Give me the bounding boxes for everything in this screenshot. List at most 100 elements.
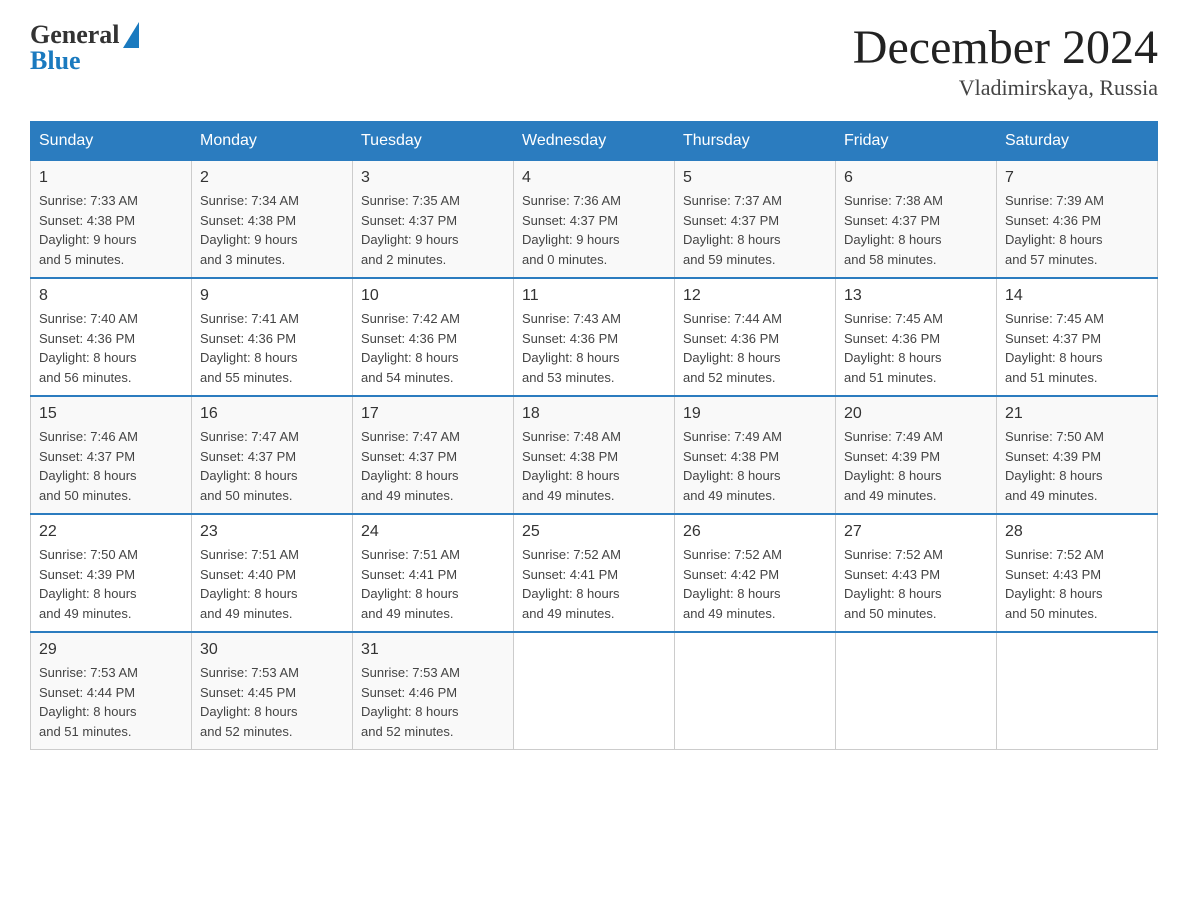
day-info: Sunrise: 7:37 AMSunset: 4:37 PMDaylight:… <box>683 193 782 267</box>
day-number: 21 <box>1005 405 1149 423</box>
day-number: 18 <box>522 405 666 423</box>
calendar-cell <box>997 632 1158 750</box>
col-tuesday: Tuesday <box>353 122 514 161</box>
day-number: 3 <box>361 169 505 187</box>
day-number: 25 <box>522 523 666 541</box>
calendar-cell: 6 Sunrise: 7:38 AMSunset: 4:37 PMDayligh… <box>836 161 997 279</box>
calendar-cell: 26 Sunrise: 7:52 AMSunset: 4:42 PMDaylig… <box>675 514 836 632</box>
calendar-cell: 13 Sunrise: 7:45 AMSunset: 4:36 PMDaylig… <box>836 278 997 396</box>
day-number: 5 <box>683 169 827 187</box>
day-info: Sunrise: 7:45 AMSunset: 4:37 PMDaylight:… <box>1005 311 1104 385</box>
calendar-cell: 9 Sunrise: 7:41 AMSunset: 4:36 PMDayligh… <box>192 278 353 396</box>
calendar-cell: 3 Sunrise: 7:35 AMSunset: 4:37 PMDayligh… <box>353 161 514 279</box>
calendar-cell: 16 Sunrise: 7:47 AMSunset: 4:37 PMDaylig… <box>192 396 353 514</box>
calendar-cell: 24 Sunrise: 7:51 AMSunset: 4:41 PMDaylig… <box>353 514 514 632</box>
day-info: Sunrise: 7:53 AMSunset: 4:44 PMDaylight:… <box>39 665 138 739</box>
calendar-row-1: 1 Sunrise: 7:33 AMSunset: 4:38 PMDayligh… <box>31 161 1158 279</box>
col-sunday: Sunday <box>31 122 192 161</box>
calendar-row-4: 22 Sunrise: 7:50 AMSunset: 4:39 PMDaylig… <box>31 514 1158 632</box>
day-info: Sunrise: 7:43 AMSunset: 4:36 PMDaylight:… <box>522 311 621 385</box>
calendar-row-2: 8 Sunrise: 7:40 AMSunset: 4:36 PMDayligh… <box>31 278 1158 396</box>
day-number: 8 <box>39 287 183 305</box>
day-number: 29 <box>39 641 183 659</box>
calendar-cell <box>675 632 836 750</box>
day-info: Sunrise: 7:33 AMSunset: 4:38 PMDaylight:… <box>39 193 138 267</box>
day-info: Sunrise: 7:49 AMSunset: 4:39 PMDaylight:… <box>844 429 943 503</box>
col-friday: Friday <box>836 122 997 161</box>
day-info: Sunrise: 7:47 AMSunset: 4:37 PMDaylight:… <box>361 429 460 503</box>
day-info: Sunrise: 7:50 AMSunset: 4:39 PMDaylight:… <box>39 547 138 621</box>
day-number: 28 <box>1005 523 1149 541</box>
calendar-cell: 2 Sunrise: 7:34 AMSunset: 4:38 PMDayligh… <box>192 161 353 279</box>
page-header: General Blue December 2024 Vladimirskaya… <box>30 20 1158 101</box>
day-info: Sunrise: 7:42 AMSunset: 4:36 PMDaylight:… <box>361 311 460 385</box>
day-info: Sunrise: 7:45 AMSunset: 4:36 PMDaylight:… <box>844 311 943 385</box>
day-number: 16 <box>200 405 344 423</box>
day-number: 10 <box>361 287 505 305</box>
calendar-cell: 25 Sunrise: 7:52 AMSunset: 4:41 PMDaylig… <box>514 514 675 632</box>
logo-blue: Blue <box>30 46 81 76</box>
col-saturday: Saturday <box>997 122 1158 161</box>
day-number: 30 <box>200 641 344 659</box>
day-info: Sunrise: 7:39 AMSunset: 4:36 PMDaylight:… <box>1005 193 1104 267</box>
calendar-cell: 10 Sunrise: 7:42 AMSunset: 4:36 PMDaylig… <box>353 278 514 396</box>
calendar-cell <box>514 632 675 750</box>
day-info: Sunrise: 7:36 AMSunset: 4:37 PMDaylight:… <box>522 193 621 267</box>
location: Vladimirskaya, Russia <box>853 75 1158 101</box>
calendar-cell: 29 Sunrise: 7:53 AMSunset: 4:44 PMDaylig… <box>31 632 192 750</box>
col-monday: Monday <box>192 122 353 161</box>
calendar-cell: 4 Sunrise: 7:36 AMSunset: 4:37 PMDayligh… <box>514 161 675 279</box>
calendar-cell: 27 Sunrise: 7:52 AMSunset: 4:43 PMDaylig… <box>836 514 997 632</box>
day-info: Sunrise: 7:41 AMSunset: 4:36 PMDaylight:… <box>200 311 299 385</box>
calendar-cell: 22 Sunrise: 7:50 AMSunset: 4:39 PMDaylig… <box>31 514 192 632</box>
day-info: Sunrise: 7:52 AMSunset: 4:41 PMDaylight:… <box>522 547 621 621</box>
calendar-cell: 31 Sunrise: 7:53 AMSunset: 4:46 PMDaylig… <box>353 632 514 750</box>
day-info: Sunrise: 7:52 AMSunset: 4:43 PMDaylight:… <box>844 547 943 621</box>
calendar-row-5: 29 Sunrise: 7:53 AMSunset: 4:44 PMDaylig… <box>31 632 1158 750</box>
calendar-cell: 11 Sunrise: 7:43 AMSunset: 4:36 PMDaylig… <box>514 278 675 396</box>
calendar-cell: 12 Sunrise: 7:44 AMSunset: 4:36 PMDaylig… <box>675 278 836 396</box>
calendar-cell: 30 Sunrise: 7:53 AMSunset: 4:45 PMDaylig… <box>192 632 353 750</box>
day-number: 12 <box>683 287 827 305</box>
calendar-header-row: Sunday Monday Tuesday Wednesday Thursday… <box>31 122 1158 161</box>
day-number: 20 <box>844 405 988 423</box>
calendar-table: Sunday Monday Tuesday Wednesday Thursday… <box>30 121 1158 750</box>
day-number: 26 <box>683 523 827 541</box>
day-number: 6 <box>844 169 988 187</box>
calendar-cell: 1 Sunrise: 7:33 AMSunset: 4:38 PMDayligh… <box>31 161 192 279</box>
calendar-cell: 8 Sunrise: 7:40 AMSunset: 4:36 PMDayligh… <box>31 278 192 396</box>
day-number: 17 <box>361 405 505 423</box>
day-info: Sunrise: 7:47 AMSunset: 4:37 PMDaylight:… <box>200 429 299 503</box>
day-info: Sunrise: 7:52 AMSunset: 4:43 PMDaylight:… <box>1005 547 1104 621</box>
day-info: Sunrise: 7:40 AMSunset: 4:36 PMDaylight:… <box>39 311 138 385</box>
day-number: 4 <box>522 169 666 187</box>
day-info: Sunrise: 7:44 AMSunset: 4:36 PMDaylight:… <box>683 311 782 385</box>
day-number: 22 <box>39 523 183 541</box>
calendar-cell: 7 Sunrise: 7:39 AMSunset: 4:36 PMDayligh… <box>997 161 1158 279</box>
calendar-cell: 21 Sunrise: 7:50 AMSunset: 4:39 PMDaylig… <box>997 396 1158 514</box>
logo-triangle-icon <box>123 22 139 48</box>
day-number: 14 <box>1005 287 1149 305</box>
day-info: Sunrise: 7:35 AMSunset: 4:37 PMDaylight:… <box>361 193 460 267</box>
day-info: Sunrise: 7:48 AMSunset: 4:38 PMDaylight:… <box>522 429 621 503</box>
calendar-cell: 20 Sunrise: 7:49 AMSunset: 4:39 PMDaylig… <box>836 396 997 514</box>
month-title: December 2024 <box>853 20 1158 75</box>
day-number: 15 <box>39 405 183 423</box>
calendar-cell: 28 Sunrise: 7:52 AMSunset: 4:43 PMDaylig… <box>997 514 1158 632</box>
day-number: 9 <box>200 287 344 305</box>
day-info: Sunrise: 7:51 AMSunset: 4:40 PMDaylight:… <box>200 547 299 621</box>
calendar-cell <box>836 632 997 750</box>
day-number: 23 <box>200 523 344 541</box>
day-info: Sunrise: 7:53 AMSunset: 4:46 PMDaylight:… <box>361 665 460 739</box>
col-wednesday: Wednesday <box>514 122 675 161</box>
day-info: Sunrise: 7:34 AMSunset: 4:38 PMDaylight:… <box>200 193 299 267</box>
day-number: 31 <box>361 641 505 659</box>
calendar-cell: 15 Sunrise: 7:46 AMSunset: 4:37 PMDaylig… <box>31 396 192 514</box>
calendar-cell: 23 Sunrise: 7:51 AMSunset: 4:40 PMDaylig… <box>192 514 353 632</box>
day-info: Sunrise: 7:51 AMSunset: 4:41 PMDaylight:… <box>361 547 460 621</box>
calendar-cell: 19 Sunrise: 7:49 AMSunset: 4:38 PMDaylig… <box>675 396 836 514</box>
col-thursday: Thursday <box>675 122 836 161</box>
day-number: 7 <box>1005 169 1149 187</box>
day-info: Sunrise: 7:46 AMSunset: 4:37 PMDaylight:… <box>39 429 138 503</box>
day-info: Sunrise: 7:38 AMSunset: 4:37 PMDaylight:… <box>844 193 943 267</box>
